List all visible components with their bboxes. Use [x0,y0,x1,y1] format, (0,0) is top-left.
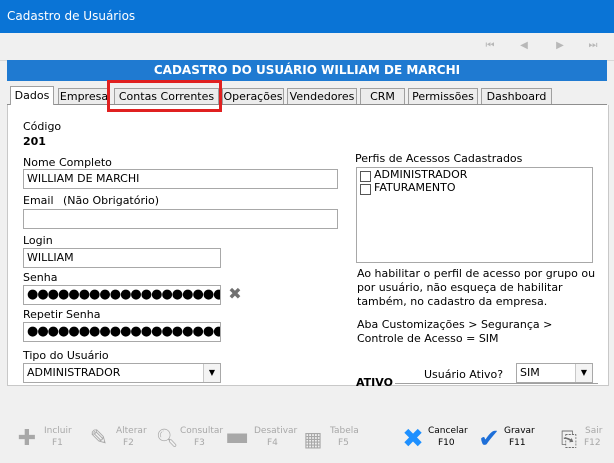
title-bar: Cadastro de Usuários [0,0,614,33]
first-record-icon[interactable]: ⏮ [483,39,497,53]
list-item[interactable]: ADMINISTRADOR [357,168,590,182]
tipo-usuario-label: Tipo do Usuário [23,349,109,362]
alterar-label: Alterar [116,426,147,436]
usuario-ativo-value: SIM [520,366,540,379]
desativar-label: Desativar [254,426,298,436]
seguranca-note-line: Aba Customizações > Segurança > [357,318,553,331]
pencil-icon: ✎ [89,426,109,451]
minus-icon: ▬ [224,422,250,452]
clear-password-icon[interactable]: ✖ [226,285,244,303]
page-title: CADASTRO DO USUÁRIO WILLIAM DE MARCHI [7,60,607,81]
desativar-shortcut: F4 [267,438,278,448]
perfil-note-line: por usuário, não esqueça de habilitar [357,281,563,294]
perfil-label-faturamento: FATURAMENTO [374,181,456,194]
checkbox-faturamento[interactable] [360,184,371,195]
magnifier-icon: 🔍︎ [155,428,179,449]
incluir-shortcut: F1 [52,438,63,448]
usuario-ativo-select[interactable]: SIM ▼ [516,363,593,383]
table-icon: ▦ [303,427,323,451]
alterar-button[interactable]: ✎ Alterar F2 [86,424,147,456]
next-record-icon[interactable]: ▶ [553,39,567,53]
previous-record-icon[interactable]: ◀ [517,39,531,53]
tipo-usuario-value: ADMINISTRADOR [27,366,121,379]
highlight-box [107,80,222,112]
desativar-button[interactable]: ▬ Desativar F4 [224,422,298,456]
check-icon: ✔ [478,424,500,454]
tab-dados[interactable]: Dados [10,86,54,105]
tabela-label: Tabela [330,426,359,436]
perfil-note: Ao habilitar o perfil de acesso por grup… [357,267,597,309]
repetir-senha-label: Repetir Senha [23,308,101,321]
plus-icon: ✚ [17,426,37,451]
perfil-label-administrador: ADMINISTRADOR [374,168,468,181]
tab-dashboard[interactable]: Dashboard [481,88,552,104]
incluir-label: Incluir [44,426,72,436]
usuario-ativo-label: Usuário Ativo? [424,368,504,381]
incluir-button[interactable]: ✚ Incluir F1 [14,424,74,456]
repetir-senha-field[interactable]: ●●●●●●●●●●●●●●●●●●●●●●●●●●●●● [23,322,221,342]
codigo-value: 201 [23,135,46,148]
gravar-button[interactable]: ✔ Gravar F11 [476,424,536,456]
nome-label: Nome Completo [23,156,112,169]
tipo-usuario-select[interactable]: ADMINISTRADOR ▼ [23,363,221,383]
consultar-button[interactable]: 🔍︎ Consultar F3 [154,424,224,456]
codigo-label: Código [23,120,62,133]
email-label: Email [23,194,54,207]
cancelar-label: Cancelar [428,426,468,436]
perfil-note-line: Ao habilitar o perfil de acesso por grup… [357,267,596,280]
tabela-shortcut: F5 [338,438,349,448]
seguranca-note-line: Controle de Acesso = SIM [357,332,499,345]
alterar-shortcut: F2 [123,438,134,448]
sair-label: Sair [585,426,603,436]
email-field[interactable] [23,209,338,229]
perfis-label: Perfis de Acessos Cadastrados [355,152,523,165]
sair-button[interactable]: ⎘ Sair F12 [556,424,606,456]
login-field[interactable]: WILLIAM [23,248,221,268]
record-navigation-bar: ⏮ ◀ ▶ ⏭ [0,33,614,61]
consultar-label: Consultar [180,426,224,436]
ativo-section-label: ATIVO [356,376,393,389]
cancelar-shortcut: F10 [438,438,455,448]
email-optional-note: (Não Obrigatório) [63,194,160,207]
exit-icon: ⎘ [561,427,577,451]
chevron-down-icon[interactable]: ▼ [203,364,220,382]
tab-empresa[interactable]: Empresa [58,88,110,104]
window-client: ⏮ ◀ ▶ ⏭ CADASTRO DO USUÁRIO WILLIAM DE M… [0,33,614,463]
tab-operacoes[interactable]: Operações [222,88,284,104]
cancelar-button[interactable]: ✖ Cancelar F10 [400,424,470,456]
tabela-button[interactable]: ▦ Tabela F5 [300,424,360,456]
sair-shortcut: F12 [584,438,601,448]
action-toolbar: ✚ Incluir F1 ✎ Alterar F2 🔍︎ Consultar F… [0,418,614,463]
gravar-shortcut: F11 [509,438,526,448]
list-item[interactable]: FATURAMENTO [357,181,590,195]
senha-label: Senha [23,271,58,284]
seguranca-note: Aba Customizações > Segurança > Controle… [357,318,597,346]
chevron-down-icon[interactable]: ▼ [575,364,592,382]
login-label: Login [23,234,53,247]
ativo-divider [395,383,598,384]
tab-panel-dados: Código 201 Nome Completo WILLIAM DE MARC… [7,105,609,389]
perfis-list[interactable]: ADMINISTRADOR FATURAMENTO [356,167,593,263]
tab-strip: Dados Empresa Contas Correntes Operações… [7,86,607,105]
tab-vendedores[interactable]: Vendedores [287,88,357,104]
perfil-note-line: também, no cadastro da empresa. [357,295,548,308]
tab-crm[interactable]: CRM [360,88,405,104]
consultar-shortcut: F3 [194,438,205,448]
gravar-label: Gravar [504,426,535,436]
senha-field[interactable]: ●●●●●●●●●●●●●●●●●●●●●●●●●●●●● [23,285,221,305]
window-title: Cadastro de Usuários [7,9,136,23]
x-icon: ✖ [402,424,424,454]
tab-permissoes[interactable]: Permissões [408,88,478,104]
nome-field[interactable]: WILLIAM DE MARCHI [23,169,338,189]
last-record-icon[interactable]: ⏭ [586,39,600,53]
